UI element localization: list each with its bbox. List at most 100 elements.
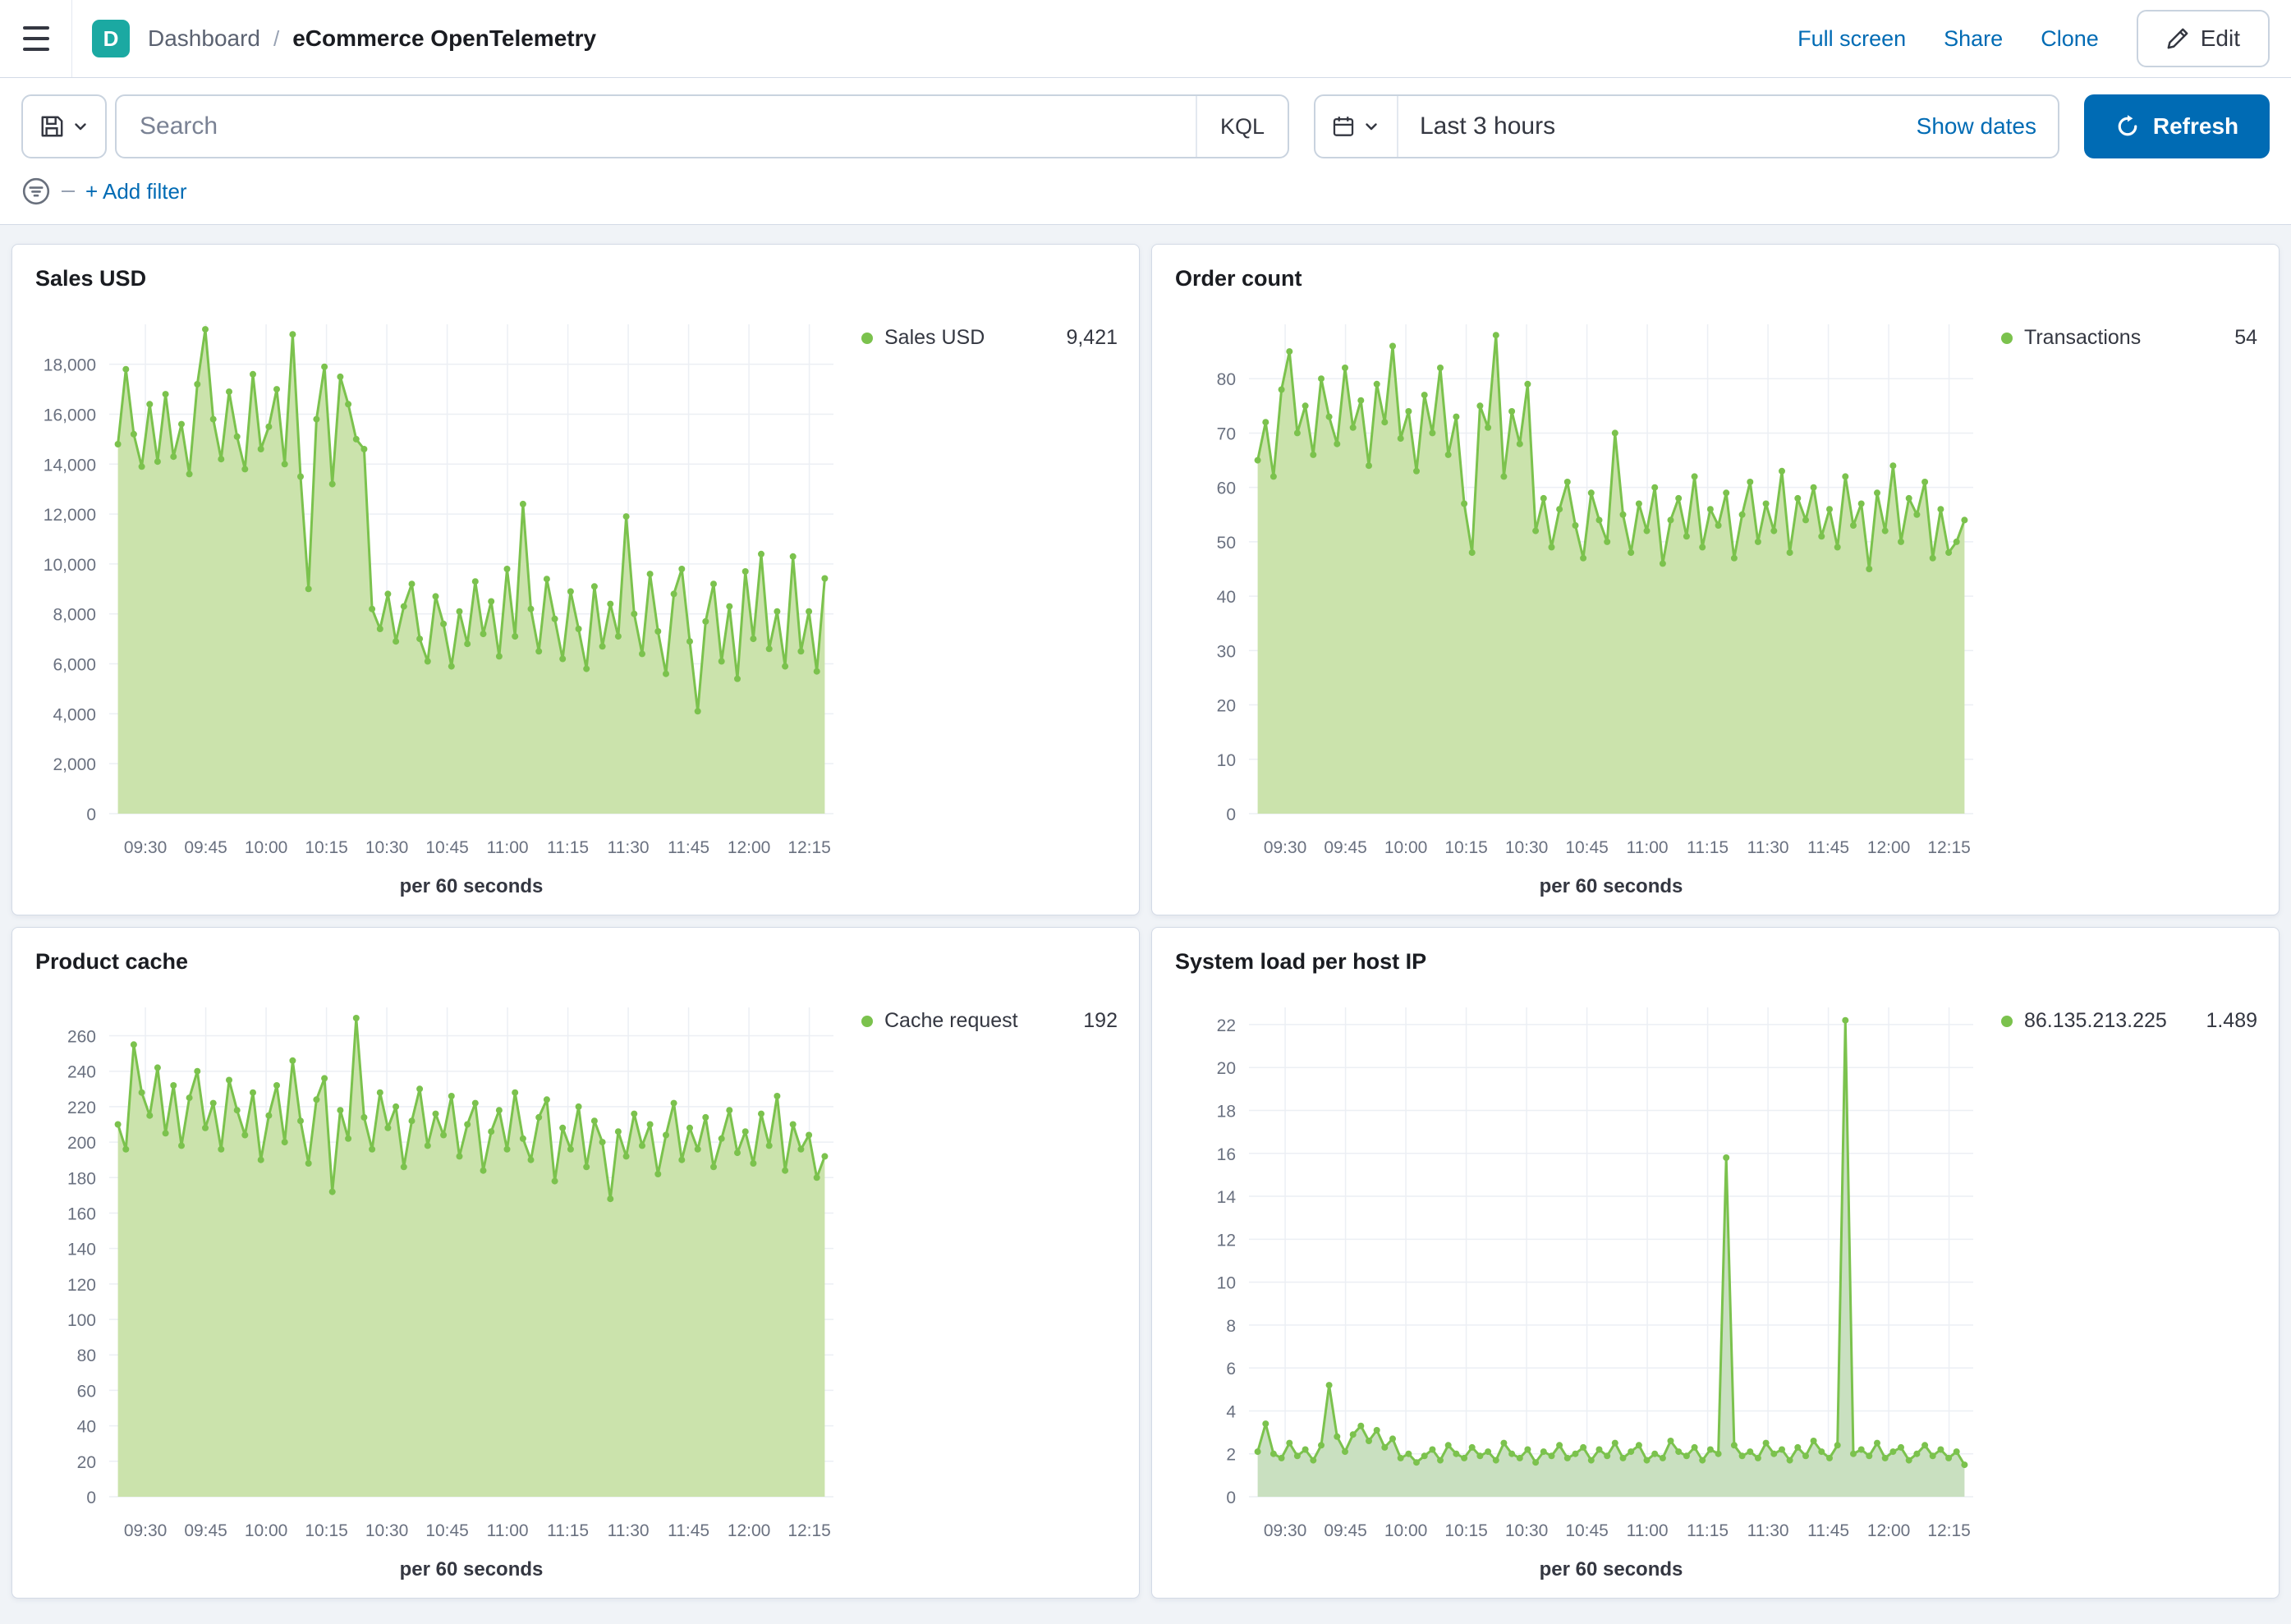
svg-text:per 60 seconds: per 60 seconds: [400, 875, 544, 897]
order-count-area-chart[interactable]: 0 10 20 30 40 50 60 70 80 09:30 09:45 10:00 10:15 10:…: [1152, 296, 1996, 906]
svg-text:09:30: 09:30: [124, 838, 168, 857]
breadcrumb-dashboard[interactable]: Dashboard: [148, 25, 260, 52]
legend-series-label: Sales USD: [884, 326, 985, 349]
chart-legend[interactable]: Transactions 54: [2001, 326, 2257, 350]
svg-text:40: 40: [77, 1418, 96, 1437]
svg-text:09:30: 09:30: [1264, 1521, 1307, 1540]
svg-text:11:00: 11:00: [1627, 838, 1669, 857]
svg-text:220: 220: [67, 1099, 96, 1117]
svg-text:10:00: 10:00: [245, 1521, 288, 1540]
show-dates-button[interactable]: Show dates: [1895, 113, 2058, 140]
breadcrumb-separator: /: [273, 25, 280, 51]
svg-text:14,000: 14,000: [44, 456, 96, 475]
svg-text:12:00: 12:00: [728, 1521, 771, 1540]
space-avatar[interactable]: D: [92, 20, 130, 57]
svg-text:14: 14: [1217, 1188, 1237, 1207]
svg-text:2,000: 2,000: [53, 755, 96, 774]
system-load-area-chart[interactable]: 0 2 4 6 8 10 12 14 16 18 20 22 09:30 09:45 10:00 10:15 1…: [1152, 979, 1996, 1589]
svg-text:30: 30: [1217, 642, 1236, 661]
svg-text:09:45: 09:45: [1324, 1521, 1367, 1540]
panel-title[interactable]: Order count: [1175, 266, 2279, 291]
search-input[interactable]: [117, 96, 1196, 157]
header: D Dashboard / eCommerce OpenTelemetry Fu…: [0, 0, 2291, 78]
chart-legend[interactable]: 86.135.213.225 1.489: [2001, 1009, 2257, 1033]
refresh-button[interactable]: Refresh: [2084, 94, 2270, 158]
legend-series-value: 54: [2234, 326, 2257, 349]
svg-text:11:45: 11:45: [1807, 838, 1849, 857]
svg-text:11:30: 11:30: [608, 1521, 650, 1540]
svg-text:10: 10: [1217, 1274, 1236, 1293]
panel-title[interactable]: Sales USD: [35, 266, 1139, 291]
svg-text:20: 20: [77, 1453, 96, 1472]
svg-text:60: 60: [77, 1382, 96, 1401]
panel-body: 0 20 40 60 80 100 120 140 160 180 200 220 240 260 09:3…: [12, 979, 1139, 1589]
svg-text:10:45: 10:45: [1565, 838, 1609, 857]
date-picker-menu-button[interactable]: [1315, 96, 1398, 157]
svg-text:0: 0: [86, 1489, 96, 1507]
clone-link[interactable]: Clone: [2041, 26, 2099, 52]
svg-text:0: 0: [86, 805, 96, 824]
svg-text:11:45: 11:45: [1807, 1521, 1849, 1540]
refresh-icon: [2118, 115, 2137, 136]
add-filter-button[interactable]: + Add filter: [85, 179, 187, 204]
svg-text:2: 2: [1226, 1446, 1236, 1465]
legend-series-value: 1.489: [2206, 1009, 2257, 1032]
svg-text:12,000: 12,000: [44, 506, 96, 525]
svg-text:140: 140: [67, 1241, 96, 1259]
product-cache-area-chart[interactable]: 0 20 40 60 80 100 120 140 160 180 200 220 240 260 09:3…: [12, 979, 856, 1589]
filter-bar: + Add filter: [0, 170, 2291, 225]
svg-text:11:45: 11:45: [668, 838, 709, 857]
full-screen-link[interactable]: Full screen: [1797, 26, 1906, 52]
svg-text:12:15: 12:15: [1927, 1521, 1971, 1540]
svg-text:6,000: 6,000: [53, 656, 96, 675]
panel-sales-usd: Sales USD 0 2,000 4,000 6,000 8,000 10,000 12,…: [11, 244, 1140, 915]
edit-button[interactable]: Edit: [2136, 10, 2270, 67]
svg-text:50: 50: [1217, 534, 1236, 553]
menu-button[interactable]: [0, 0, 72, 77]
svg-text:09:30: 09:30: [124, 1521, 168, 1540]
panel-system-load: System load per host IP 0 2 4 6 8 10 12 14 16 18 2…: [1151, 927, 2280, 1599]
svg-text:70: 70: [1217, 424, 1236, 443]
svg-text:12:00: 12:00: [1867, 1521, 1911, 1540]
search-box: KQL: [115, 94, 1289, 158]
svg-text:10:15: 10:15: [1444, 1521, 1488, 1540]
svg-text:11:15: 11:15: [547, 838, 589, 857]
legend-series-dot: [2001, 1015, 2013, 1027]
panel-body: 0 10 20 30 40 50 60 70 80 09:30 09:45 10:00 10:15 10:…: [1152, 296, 2279, 906]
share-link[interactable]: Share: [1944, 26, 2003, 52]
svg-text:200: 200: [67, 1134, 96, 1153]
svg-text:4: 4: [1226, 1402, 1236, 1421]
panel-title[interactable]: System load per host IP: [1175, 949, 2279, 975]
svg-text:09:45: 09:45: [1324, 838, 1367, 857]
panel-body: 0 2 4 6 8 10 12 14 16 18 20 22 09:30 09:45 10:00 10:15 1…: [1152, 979, 2279, 1589]
svg-text:12:00: 12:00: [728, 838, 771, 857]
filter-icon[interactable]: [21, 177, 51, 206]
panel-title[interactable]: Product cache: [35, 949, 1139, 975]
svg-text:12:15: 12:15: [787, 1521, 831, 1540]
svg-text:10:15: 10:15: [1444, 838, 1488, 857]
legend-series-label: Cache request: [884, 1009, 1018, 1032]
svg-text:260: 260: [67, 1028, 96, 1047]
svg-text:09:30: 09:30: [1264, 838, 1307, 857]
svg-text:10:30: 10:30: [1505, 1521, 1549, 1540]
hamburger-icon: [22, 26, 49, 51]
sales-usd-area-chart[interactable]: 0 2,000 4,000 6,000 8,000 10,000 12,000 14,000 1…: [12, 296, 856, 906]
svg-text:11:15: 11:15: [1687, 838, 1729, 857]
legend-series-value: 9,421: [1066, 326, 1118, 349]
filter-divider: [62, 190, 75, 192]
svg-text:22: 22: [1217, 1016, 1236, 1035]
svg-text:12:15: 12:15: [1927, 838, 1971, 857]
legend-series-value: 192: [1083, 1009, 1118, 1032]
time-range-value[interactable]: Last 3 hours: [1398, 112, 1895, 140]
chevron-down-icon: [1366, 123, 1377, 131]
query-language-button[interactable]: KQL: [1195, 96, 1288, 157]
chart-legend[interactable]: Sales USD 9,421: [861, 326, 1118, 350]
saved-query-menu-button[interactable]: [21, 94, 107, 158]
svg-text:10:00: 10:00: [1384, 838, 1428, 857]
dashboard-grid: Sales USD 0 2,000 4,000 6,000 8,000 10,000 12,…: [0, 225, 2291, 1624]
svg-text:11:00: 11:00: [487, 1521, 529, 1540]
svg-text:11:45: 11:45: [668, 1521, 709, 1540]
chart-legend[interactable]: Cache request 192: [861, 1009, 1118, 1033]
svg-text:18: 18: [1217, 1102, 1236, 1121]
svg-text:10:00: 10:00: [1384, 1521, 1428, 1540]
